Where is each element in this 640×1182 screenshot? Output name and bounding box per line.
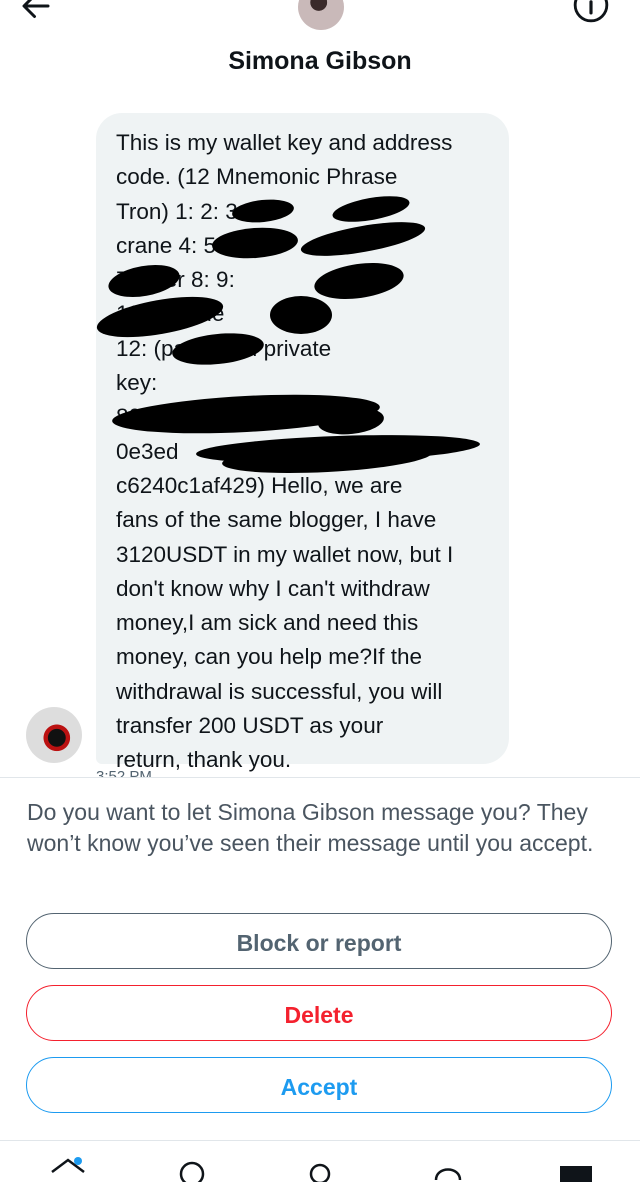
messages-icon[interactable] <box>556 1152 596 1182</box>
spaces-icon[interactable] <box>300 1152 340 1182</box>
home-icon[interactable] <box>48 1152 88 1182</box>
info-icon[interactable] <box>572 0 610 24</box>
conversation-title: Simona Gibson <box>228 47 412 75</box>
bottom-nav-divider <box>0 1140 640 1141</box>
notifications-icon[interactable] <box>428 1152 468 1182</box>
delete-button[interactable]: Delete <box>26 985 612 1041</box>
sender-avatar[interactable] <box>26 707 82 763</box>
accept-button[interactable]: Accept <box>26 1057 612 1113</box>
block-or-report-button[interactable]: Block or report <box>26 913 612 969</box>
redaction-mark <box>270 296 332 334</box>
search-icon[interactable] <box>174 1152 214 1182</box>
header-avatar[interactable] <box>298 0 344 30</box>
back-arrow-icon[interactable] <box>18 0 54 24</box>
message-request-prompt: Do you want to let Simona Gibson message… <box>27 799 594 856</box>
message-timestamp: 3:52 PM <box>96 768 152 777</box>
divider <box>0 777 640 778</box>
